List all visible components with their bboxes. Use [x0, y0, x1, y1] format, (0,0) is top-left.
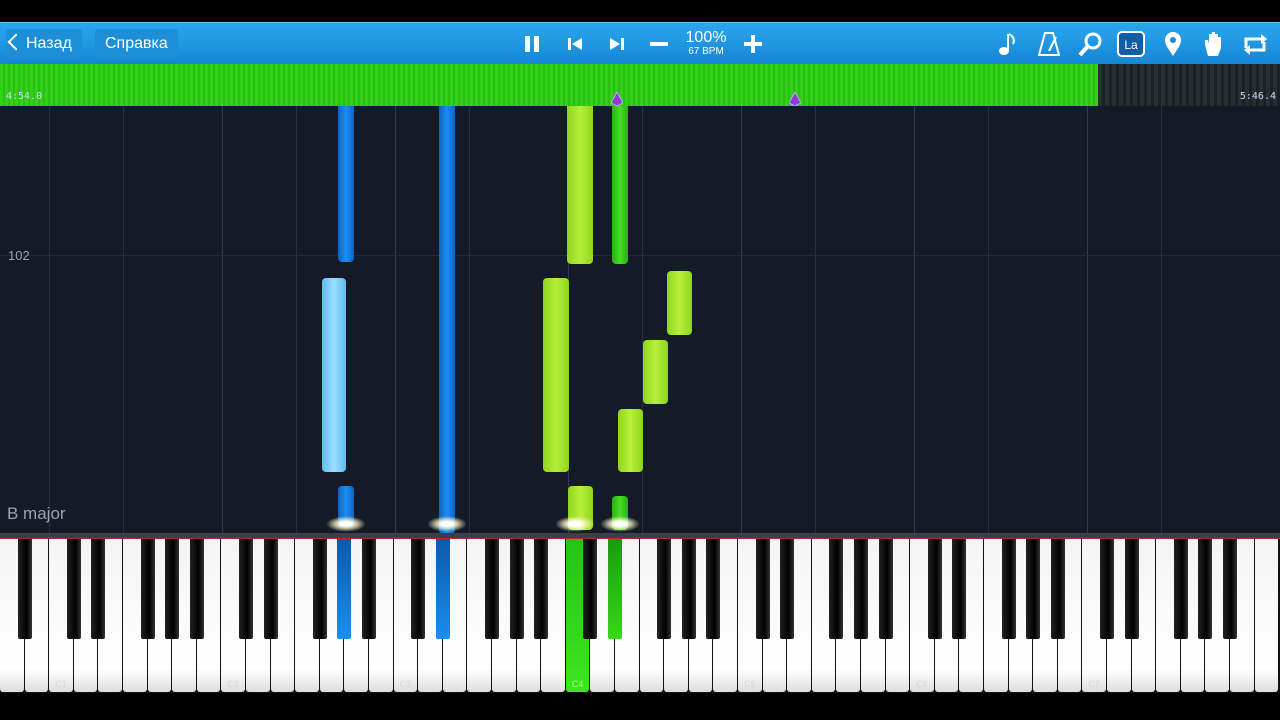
black-key[interactable]	[435, 539, 450, 639]
skip-forward-icon[interactable]	[602, 29, 632, 59]
black-key[interactable]	[681, 539, 696, 639]
bpm-readout: 67 BPM	[688, 46, 724, 57]
note	[322, 278, 346, 472]
key-signature: B major	[7, 504, 66, 523]
timeline-start-time: 4:54.0	[6, 91, 43, 102]
minus-icon[interactable]	[644, 29, 674, 59]
black-key[interactable]	[509, 539, 524, 639]
note	[439, 106, 455, 534]
measure-number: 102	[8, 248, 30, 263]
black-key[interactable]	[1100, 539, 1114, 639]
octave-label: C4	[571, 679, 584, 689]
black-key[interactable]	[91, 539, 106, 639]
skip-back-icon[interactable]	[560, 29, 590, 59]
plus-icon[interactable]	[738, 29, 768, 59]
speed-percent: 100%	[685, 29, 727, 46]
black-key[interactable]	[263, 539, 278, 639]
black-key[interactable]	[312, 539, 327, 639]
timeline-scrubber[interactable]: 4:54.0 5:46.4	[0, 64, 1280, 106]
piano-roll: 102 B major	[0, 106, 1280, 534]
black-key[interactable]	[66, 539, 81, 639]
black-key[interactable]	[878, 539, 893, 639]
black-key[interactable]	[17, 539, 32, 639]
octave-label: C2	[227, 679, 239, 689]
black-key[interactable]	[1026, 539, 1041, 639]
la-key-icon[interactable]: La	[1116, 29, 1146, 59]
octave-label: C3	[399, 679, 412, 689]
black-key[interactable]	[829, 539, 844, 639]
black-key[interactable]	[362, 539, 376, 639]
note	[618, 409, 643, 472]
black-key[interactable]	[1001, 539, 1016, 639]
black-key[interactable]	[1173, 539, 1188, 639]
black-key[interactable]	[952, 539, 967, 639]
speed-display: 100% 67 BPM	[682, 30, 730, 58]
black-key[interactable]	[165, 539, 180, 639]
note	[612, 106, 628, 264]
black-key[interactable]	[1198, 539, 1213, 639]
black-key[interactable]	[239, 539, 253, 639]
black-key[interactable]	[1050, 539, 1065, 639]
black-key[interactable]	[485, 539, 499, 639]
metronome-icon[interactable]	[1034, 29, 1064, 59]
black-key[interactable]	[755, 539, 770, 639]
octave-label: C1	[55, 679, 67, 689]
black-key[interactable]	[780, 539, 795, 639]
black-key[interactable]	[583, 539, 598, 639]
bottom-bar	[0, 693, 1280, 720]
piano-keyboard[interactable]: C1 C2 C3 C4 C5 C6 C7	[0, 539, 1280, 693]
black-key[interactable]	[706, 539, 721, 639]
black-key[interactable]	[854, 539, 868, 639]
note-icon[interactable]	[992, 29, 1022, 59]
help-button[interactable]: Справка	[95, 29, 178, 59]
black-key[interactable]	[534, 539, 549, 639]
note-hit-glow	[326, 516, 366, 532]
octave-label: C6	[916, 679, 928, 689]
black-key[interactable]	[608, 539, 622, 639]
timeline-end-time: 5:46.4	[1239, 91, 1276, 102]
back-button[interactable]: Назад	[6, 29, 82, 59]
black-key[interactable]	[411, 539, 426, 639]
black-key[interactable]	[189, 539, 204, 639]
note	[667, 271, 692, 335]
loop-start-marker[interactable]	[611, 92, 623, 106]
note	[338, 106, 354, 262]
loop-end-marker[interactable]	[789, 92, 801, 106]
loop-icon[interactable]	[1240, 29, 1270, 59]
timeline-played-portion	[0, 64, 1098, 106]
toolbar: Назад Справка 100% 67 BPM La	[0, 22, 1280, 65]
octave-label: C5	[744, 679, 756, 689]
note-hit-glow	[555, 516, 595, 532]
black-key[interactable]	[1223, 539, 1237, 639]
octave-label: C7	[1088, 679, 1100, 689]
black-key[interactable]	[1124, 539, 1139, 639]
note	[567, 106, 593, 264]
la-label: La	[1124, 38, 1138, 52]
black-key[interactable]	[140, 539, 155, 639]
white-key[interactable]	[1254, 539, 1279, 692]
note	[543, 278, 569, 472]
black-key[interactable]	[657, 539, 672, 639]
location-pin-icon[interactable]	[1158, 29, 1188, 59]
note-hit-glow	[600, 516, 640, 532]
note-hit-glow	[427, 516, 467, 532]
black-key[interactable]	[927, 539, 942, 639]
note	[643, 340, 668, 404]
hand-icon[interactable]	[1199, 29, 1229, 59]
pause-icon[interactable]	[517, 29, 547, 59]
magnifier-icon[interactable]	[1076, 29, 1106, 59]
black-key[interactable]	[337, 539, 352, 639]
